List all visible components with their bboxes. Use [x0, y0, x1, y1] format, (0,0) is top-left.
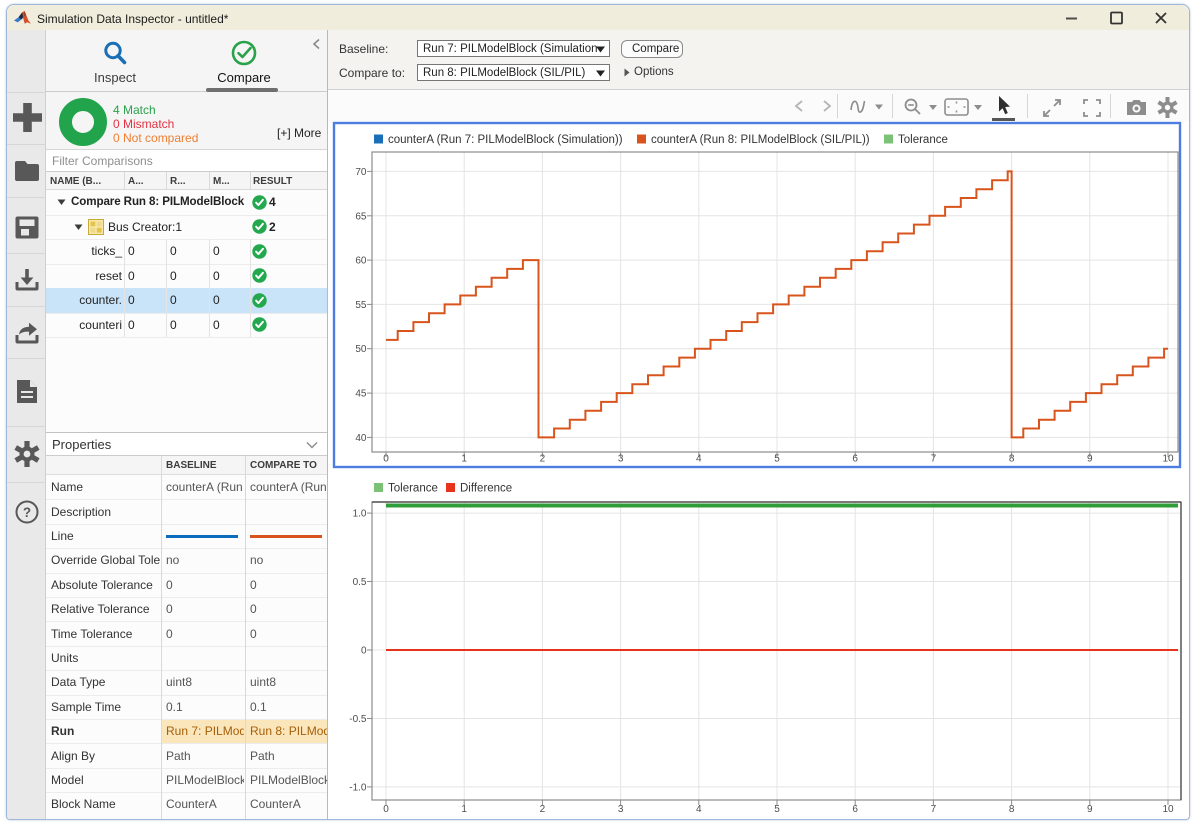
svg-text:0.5: 0.5 [353, 577, 367, 588]
svg-text:0: 0 [383, 804, 389, 815]
svg-text:1: 1 [461, 804, 467, 815]
svg-text:2: 2 [540, 804, 546, 815]
svg-text:Difference: Difference [460, 483, 512, 495]
svg-text:-0.5: -0.5 [349, 714, 367, 725]
svg-text:5: 5 [774, 804, 780, 815]
svg-text:8: 8 [1009, 804, 1015, 815]
svg-text:4: 4 [696, 804, 702, 815]
svg-text:1.0: 1.0 [353, 509, 367, 520]
svg-text:7: 7 [931, 804, 937, 815]
svg-text:6: 6 [852, 804, 858, 815]
svg-text:-1.0: -1.0 [349, 782, 367, 793]
svg-text:10: 10 [1162, 804, 1174, 815]
svg-text:Tolerance: Tolerance [388, 483, 438, 495]
svg-text:9: 9 [1087, 804, 1093, 815]
svg-text:3: 3 [618, 804, 624, 815]
svg-text:0: 0 [361, 646, 367, 657]
